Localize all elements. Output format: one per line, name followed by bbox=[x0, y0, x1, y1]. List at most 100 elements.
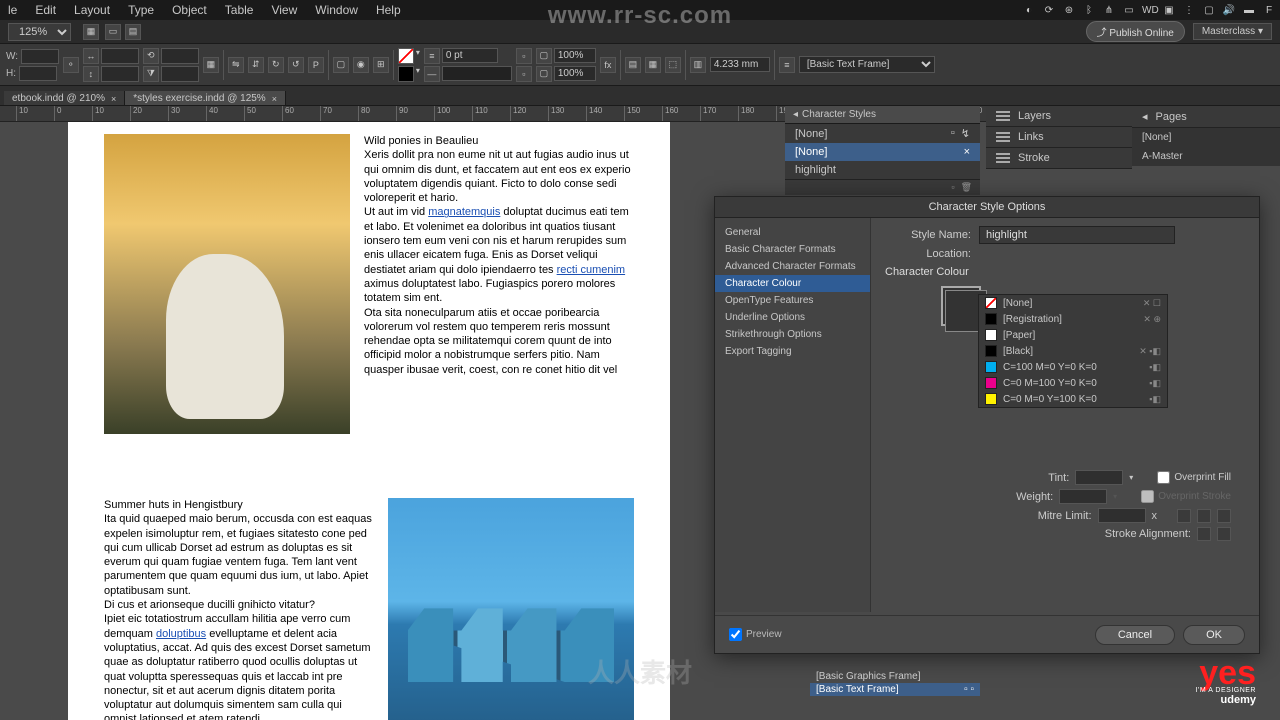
style-name-input[interactable] bbox=[979, 226, 1175, 244]
opacity-icon[interactable]: ▢ bbox=[536, 48, 552, 64]
swatch-row[interactable]: C=100 M=0 Y=0 K=0 ▪◧ bbox=[979, 359, 1167, 375]
link-recti[interactable]: recti cumenim bbox=[557, 264, 625, 276]
nav-strikethrough[interactable]: Strikethrough Options bbox=[715, 326, 870, 343]
nav-advanced-formats[interactable]: Advanced Character Formats bbox=[715, 258, 870, 275]
style-dropdown[interactable]: [None]▫↯ bbox=[785, 124, 980, 143]
shear-icon[interactable]: ⧩ bbox=[143, 66, 159, 82]
ok-button[interactable]: OK bbox=[1183, 625, 1245, 645]
rotate-input[interactable] bbox=[161, 48, 199, 64]
menu-window[interactable]: Window bbox=[315, 3, 358, 17]
preview-check[interactable]: Preview bbox=[729, 628, 782, 641]
image-huts[interactable] bbox=[388, 498, 634, 720]
ref-point-icon[interactable]: ▦ bbox=[203, 57, 219, 73]
scale-x-icon[interactable]: ↔ bbox=[83, 48, 99, 64]
nav-basic-formats[interactable]: Basic Character Formats bbox=[715, 241, 870, 258]
menu-help[interactable]: Help bbox=[376, 3, 401, 17]
text-wrap-bound-icon[interactable]: ▦ bbox=[645, 57, 661, 73]
swatch-row[interactable]: C=0 M=0 Y=100 K=0 ▪◧ bbox=[979, 391, 1167, 407]
bt-icon[interactable]: ᛒ bbox=[1082, 5, 1096, 16]
sync-icon[interactable]: ⟳ bbox=[1042, 5, 1056, 16]
swatch-list[interactable]: [None]✕ ☐[Registration]✕ ⊕[Paper] [Black… bbox=[978, 294, 1168, 408]
p-icon[interactable]: P bbox=[308, 57, 324, 73]
obj-style-graphics[interactable]: [Basic Graphics Frame] bbox=[810, 670, 980, 683]
fill-stroke-preview[interactable] bbox=[941, 286, 981, 326]
view-options-icon[interactable]: ▦ bbox=[83, 24, 99, 40]
arrange-icon[interactable]: ▤ bbox=[125, 24, 141, 40]
cancel-button[interactable]: Cancel bbox=[1095, 625, 1175, 645]
menu-table[interactable]: Table bbox=[225, 3, 254, 17]
para-style-select[interactable]: [Basic Text Frame] bbox=[799, 56, 935, 73]
document-page[interactable]: Wild ponies in Beaulieu Xeris dollit pra… bbox=[68, 122, 670, 720]
menu-edit[interactable]: Edit bbox=[35, 3, 56, 17]
battery-icon[interactable]: ▭ bbox=[1122, 5, 1136, 16]
trash-icon[interactable]: 🗑 bbox=[961, 182, 972, 193]
close-icon[interactable]: × bbox=[272, 94, 277, 104]
num-input[interactable] bbox=[710, 57, 770, 72]
menu-layout[interactable]: Layout bbox=[74, 3, 110, 17]
fit-icon[interactable]: ⊞ bbox=[373, 57, 389, 73]
clear-icon[interactable]: ↯ bbox=[961, 127, 970, 140]
shear-input[interactable] bbox=[161, 66, 199, 82]
nav-export-tagging[interactable]: Export Tagging bbox=[715, 343, 870, 360]
menu-object[interactable]: Object bbox=[172, 3, 207, 17]
constrain-icon[interactable]: ⚬ bbox=[63, 57, 79, 73]
sel-content-icon[interactable]: ◉ bbox=[353, 57, 369, 73]
swatch-row[interactable]: [Paper] bbox=[979, 327, 1167, 343]
menu-view[interactable]: View bbox=[271, 3, 297, 17]
screen-icon[interactable]: ▣ bbox=[1162, 5, 1176, 16]
stroke-pt-input[interactable] bbox=[442, 48, 498, 63]
screen-mode-icon[interactable]: ▭ bbox=[105, 24, 121, 40]
opacity-input[interactable] bbox=[554, 48, 596, 63]
swatch-row[interactable]: C=0 M=100 Y=0 K=0 ▪◧ bbox=[979, 375, 1167, 391]
cc-icon[interactable]: ◐ bbox=[1022, 5, 1036, 16]
cap-icon[interactable]: ▫ bbox=[516, 48, 532, 64]
tint-input[interactable] bbox=[1075, 470, 1123, 485]
panel-tab-character-styles[interactable]: ◂ Character Styles bbox=[785, 106, 980, 124]
tab-etbook[interactable]: etbook.indd @ 210%× bbox=[4, 91, 125, 105]
close-icon[interactable]: × bbox=[964, 146, 970, 158]
pages-none[interactable]: [None] bbox=[1132, 128, 1280, 147]
publish-online-button[interactable]: ⤴ Publish Online bbox=[1086, 21, 1185, 42]
wd-icon[interactable]: WD bbox=[1142, 5, 1156, 16]
join-icon[interactable]: ▫ bbox=[516, 66, 532, 82]
close-icon[interactable]: × bbox=[111, 94, 116, 104]
nav-general[interactable]: General bbox=[715, 224, 870, 241]
clock-icon[interactable]: F bbox=[1262, 5, 1276, 16]
zoom-select[interactable]: 125% bbox=[8, 23, 71, 41]
scale-y-icon[interactable]: ↕ bbox=[83, 66, 99, 82]
stroke-style-input[interactable] bbox=[442, 66, 512, 81]
sel-container-icon[interactable]: ▢ bbox=[333, 57, 349, 73]
text-wrap-shape-icon[interactable]: ⬚ bbox=[665, 57, 681, 73]
new-icon[interactable]: ▫ bbox=[951, 182, 954, 193]
fx-icon[interactable]: fx bbox=[600, 57, 616, 73]
tab-styles-exercise[interactable]: *styles exercise.indd @ 125%× bbox=[125, 91, 286, 105]
stroke-swatch-icon[interactable] bbox=[398, 66, 414, 82]
rotate-cw-icon[interactable]: ↻ bbox=[268, 57, 284, 73]
h-input[interactable] bbox=[19, 66, 57, 81]
nav-opentype[interactable]: OpenType Features bbox=[715, 292, 870, 309]
flip-h-icon[interactable]: ⇋ bbox=[228, 57, 244, 73]
new-style-icon[interactable]: ▫ bbox=[951, 127, 955, 140]
workspace-button[interactable]: Masterclass ▾ bbox=[1193, 23, 1272, 40]
link-doluptibus[interactable]: doluptibus bbox=[156, 628, 206, 640]
panel-links[interactable]: Links bbox=[986, 127, 1132, 148]
signal-icon[interactable]: ⋮ bbox=[1182, 5, 1196, 16]
nav-underline[interactable]: Underline Options bbox=[715, 309, 870, 326]
style-none[interactable]: [None]× bbox=[785, 143, 980, 161]
nav-character-colour[interactable]: Character Colour bbox=[715, 275, 870, 292]
scale-y-input[interactable] bbox=[101, 66, 139, 82]
volume-icon[interactable]: 🔊 bbox=[1222, 5, 1236, 16]
panel-pages[interactable]: ◂ Pages bbox=[1132, 106, 1280, 128]
image-horse[interactable] bbox=[104, 134, 350, 434]
pages-master[interactable]: A-Master bbox=[1132, 147, 1280, 166]
overprint-fill-check[interactable]: Overprint Fill bbox=[1157, 471, 1231, 484]
display-icon[interactable]: ▢ bbox=[1202, 5, 1216, 16]
menu-file[interactable]: le bbox=[8, 3, 17, 17]
menu-type[interactable]: Type bbox=[128, 3, 154, 17]
fill-swatch-icon[interactable] bbox=[398, 48, 414, 64]
opacity2-input[interactable] bbox=[554, 66, 596, 81]
link-magnatemquis[interactable]: magnatemquis bbox=[428, 206, 500, 218]
globe-icon[interactable]: ⊛ bbox=[1062, 5, 1076, 16]
wifi-icon[interactable]: ⋔ bbox=[1102, 5, 1116, 16]
swatch-row[interactable]: [None]✕ ☐ bbox=[979, 295, 1167, 311]
